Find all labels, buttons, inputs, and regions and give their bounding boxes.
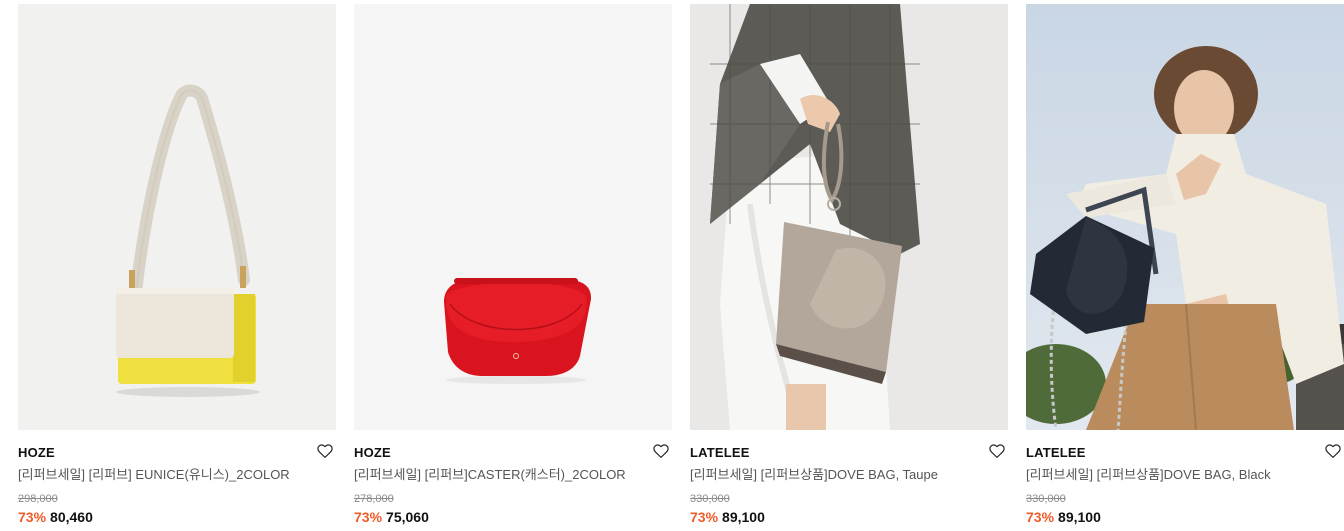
original-price: 330,000 (690, 493, 730, 505)
sale-price-row: 73% 89,100 (690, 509, 765, 526)
product-grid: HOZE [리퍼브세일] [리퍼브] EUNICE(유니스)_2COLOR 29… (18, 4, 1344, 531)
sale-price: 89,100 (1058, 509, 1101, 525)
sale-price-row: 73% 75,060 (354, 509, 429, 526)
product-card[interactable]: LATELEE [리퍼브세일] [리퍼브상품]DOVE BAG, Taupe 3… (690, 4, 1008, 531)
brand-name[interactable]: HOZE (354, 445, 391, 461)
brand-name[interactable]: LATELEE (690, 445, 750, 461)
product-card[interactable]: HOZE [리퍼브세일] [리퍼브] EUNICE(유니스)_2COLOR 29… (18, 4, 336, 531)
original-price: 278,000 (354, 493, 394, 505)
brand-name[interactable]: LATELEE (1026, 445, 1086, 461)
heart-outline-icon[interactable] (1324, 442, 1342, 460)
original-price: 298,000 (18, 493, 58, 505)
product-image-red-bag[interactable] (354, 4, 672, 430)
sale-price-row: 73% 80,460 (18, 509, 93, 526)
sale-price: 80,460 (50, 509, 93, 525)
product-card[interactable]: HOZE [리퍼브세일] [리퍼브]CASTER(캐스터)_2COLOR 278… (354, 4, 672, 531)
product-image-model-taupe-bag[interactable] (690, 4, 1008, 430)
original-price: 330,000 (1026, 493, 1066, 505)
product-card[interactable]: LATELEE [리퍼브세일] [리퍼브상품]DOVE BAG, Black 3… (1026, 4, 1344, 531)
heart-outline-icon[interactable] (316, 442, 334, 460)
discount-rate: 73% (690, 509, 719, 525)
sale-price-row: 73% 89,100 (1026, 509, 1101, 526)
discount-rate: 73% (18, 509, 47, 525)
heart-outline-icon[interactable] (652, 442, 670, 460)
sale-price: 89,100 (722, 509, 765, 525)
product-title[interactable]: [리퍼브세일] [리퍼브]CASTER(캐스터)_2COLOR (354, 467, 654, 483)
product-title[interactable]: [리퍼브세일] [리퍼브] EUNICE(유니스)_2COLOR (18, 467, 318, 483)
product-title[interactable]: [리퍼브세일] [리퍼브상품]DOVE BAG, Black (1026, 467, 1326, 483)
discount-rate: 73% (354, 509, 383, 525)
product-image-ivory-yellow-bag[interactable] (18, 4, 336, 430)
heart-outline-icon[interactable] (988, 442, 1006, 460)
sale-price: 75,060 (386, 509, 429, 525)
product-title[interactable]: [리퍼브세일] [리퍼브상품]DOVE BAG, Taupe (690, 467, 990, 483)
brand-name[interactable]: HOZE (18, 445, 55, 461)
product-image-model-black-bag[interactable] (1026, 4, 1344, 430)
discount-rate: 73% (1026, 509, 1055, 525)
